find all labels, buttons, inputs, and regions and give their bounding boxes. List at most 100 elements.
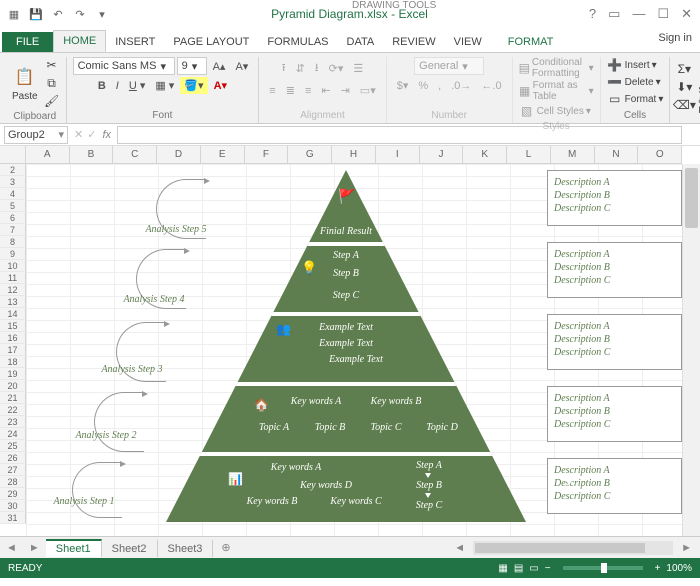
- row-24[interactable]: 24: [0, 428, 26, 440]
- row-10[interactable]: 10: [0, 260, 26, 272]
- tab-insert[interactable]: INSERT: [106, 32, 164, 52]
- hscroll-left-icon[interactable]: ◄: [446, 542, 473, 554]
- row-19[interactable]: 19: [0, 368, 26, 380]
- help-icon[interactable]: ?: [589, 6, 596, 22]
- row-headers[interactable]: 2345678910111213141516171819202122232425…: [0, 164, 26, 536]
- row-28[interactable]: 28: [0, 476, 26, 488]
- row-8[interactable]: 8: [0, 236, 26, 248]
- fill-icon[interactable]: ⬇▾: [676, 79, 692, 95]
- close-icon[interactable]: ✕: [681, 6, 692, 22]
- number-format-combo[interactable]: General▾: [414, 57, 484, 75]
- row-17[interactable]: 17: [0, 344, 26, 356]
- cancel-fx-icon[interactable]: ✕: [74, 128, 83, 141]
- col-A[interactable]: A: [26, 146, 70, 163]
- tab-file[interactable]: FILE: [2, 32, 53, 52]
- indent-dec-icon[interactable]: ⇤: [317, 82, 334, 99]
- row-5[interactable]: 5: [0, 200, 26, 212]
- currency-icon[interactable]: $▾: [393, 77, 413, 94]
- desc-box-5[interactable]: Description ADescription BDescription C: [547, 170, 682, 226]
- zoom-in-icon[interactable]: +: [655, 563, 661, 574]
- sheet-tab-1[interactable]: Sheet1: [46, 539, 102, 557]
- view-break-icon[interactable]: ▭: [529, 563, 538, 574]
- view-normal-icon[interactable]: ▦: [498, 563, 507, 574]
- wrap-text-icon[interactable]: ☰: [349, 60, 367, 77]
- redo-icon[interactable]: ↷: [72, 6, 88, 22]
- align-right-icon[interactable]: ≡: [301, 83, 315, 99]
- hscroll-right-icon[interactable]: ►: [673, 542, 700, 554]
- row-3[interactable]: 3: [0, 176, 26, 188]
- row-7[interactable]: 7: [0, 224, 26, 236]
- copy-icon[interactable]: ⧉: [44, 75, 60, 91]
- cell-styles-icon[interactable]: ▧: [519, 103, 535, 119]
- desc-box-4[interactable]: Description ADescription BDescription C: [547, 242, 682, 298]
- col-B[interactable]: B: [70, 146, 114, 163]
- select-all-corner[interactable]: [0, 146, 26, 163]
- fill-color-button[interactable]: 🪣▾: [180, 77, 207, 94]
- zoom-level[interactable]: 100%: [666, 563, 692, 574]
- col-M[interactable]: M: [551, 146, 595, 163]
- col-D[interactable]: D: [157, 146, 201, 163]
- inc-decimal-icon[interactable]: .0→: [447, 78, 475, 94]
- percent-icon[interactable]: %: [414, 78, 432, 94]
- formula-bar[interactable]: [117, 126, 682, 144]
- shrink-font-icon[interactable]: A▾: [231, 58, 252, 75]
- row-26[interactable]: 26: [0, 452, 26, 464]
- cond-format-icon[interactable]: ▤: [519, 60, 530, 76]
- vertical-scrollbar[interactable]: [682, 164, 700, 536]
- sheet-tab-2[interactable]: Sheet2: [102, 539, 158, 557]
- sheet-tab-3[interactable]: Sheet3: [158, 539, 214, 557]
- col-J[interactable]: J: [420, 146, 464, 163]
- row-11[interactable]: 11: [0, 272, 26, 284]
- indent-inc-icon[interactable]: ⇥: [337, 82, 354, 99]
- row-25[interactable]: 25: [0, 440, 26, 452]
- row-18[interactable]: 18: [0, 356, 26, 368]
- row-27[interactable]: 27: [0, 464, 26, 476]
- row-6[interactable]: 6: [0, 212, 26, 224]
- row-14[interactable]: 14: [0, 308, 26, 320]
- column-headers[interactable]: ABCDEFGHIJKLMNO: [0, 146, 682, 164]
- col-H[interactable]: H: [332, 146, 376, 163]
- zoom-out-icon[interactable]: −: [545, 563, 551, 574]
- row-15[interactable]: 15: [0, 320, 26, 332]
- save-icon[interactable]: 💾: [28, 6, 44, 22]
- row-21[interactable]: 21: [0, 392, 26, 404]
- cut-icon[interactable]: ✂: [44, 57, 60, 73]
- row-12[interactable]: 12: [0, 284, 26, 296]
- dec-decimal-icon[interactable]: ←.0: [477, 78, 505, 94]
- bold-button[interactable]: B: [94, 78, 110, 94]
- desc-box-3[interactable]: Description ADescription BDescription C: [547, 314, 682, 370]
- row-16[interactable]: 16: [0, 332, 26, 344]
- sheet-nav-next-icon[interactable]: ►: [23, 542, 46, 554]
- maximize-icon[interactable]: ☐: [657, 6, 669, 22]
- merge-icon[interactable]: ▭▾: [356, 82, 380, 99]
- sign-in-link[interactable]: Sign in: [658, 32, 692, 44]
- col-F[interactable]: F: [245, 146, 289, 163]
- clear-icon[interactable]: ⌫▾: [676, 97, 692, 113]
- enter-fx-icon[interactable]: ✓: [87, 128, 96, 141]
- row-2[interactable]: 2: [0, 164, 26, 176]
- row-13[interactable]: 13: [0, 296, 26, 308]
- tab-data[interactable]: DATA: [338, 32, 384, 52]
- grow-font-icon[interactable]: A▴: [209, 58, 230, 75]
- format-painter-icon[interactable]: 🖌: [44, 93, 60, 109]
- format-cells-icon[interactable]: ▭: [607, 91, 623, 107]
- insert-cells-icon[interactable]: ➕: [607, 57, 623, 73]
- col-G[interactable]: G: [288, 146, 332, 163]
- tab-home[interactable]: HOME: [53, 30, 106, 52]
- desc-box-2[interactable]: Description ADescription BDescription C: [547, 386, 682, 442]
- tab-view[interactable]: VIEW: [445, 32, 491, 52]
- col-K[interactable]: K: [463, 146, 507, 163]
- name-box[interactable]: Group2▾: [4, 126, 68, 144]
- italic-button[interactable]: I: [112, 78, 123, 94]
- row-29[interactable]: 29: [0, 488, 26, 500]
- border-button[interactable]: ▦ ▾: [151, 77, 178, 94]
- view-page-icon[interactable]: ▤: [514, 563, 523, 574]
- row-22[interactable]: 22: [0, 404, 26, 416]
- align-bottom-icon[interactable]: ⭳: [311, 57, 323, 80]
- sheet-nav-prev-icon[interactable]: ◄: [0, 542, 23, 554]
- autosum-icon[interactable]: Σ▾: [676, 61, 692, 77]
- col-C[interactable]: C: [113, 146, 157, 163]
- font-name-combo[interactable]: Comic Sans MS▾: [73, 57, 175, 75]
- minimize-icon[interactable]: —: [632, 6, 645, 22]
- align-top-icon[interactable]: ⭱: [278, 57, 290, 80]
